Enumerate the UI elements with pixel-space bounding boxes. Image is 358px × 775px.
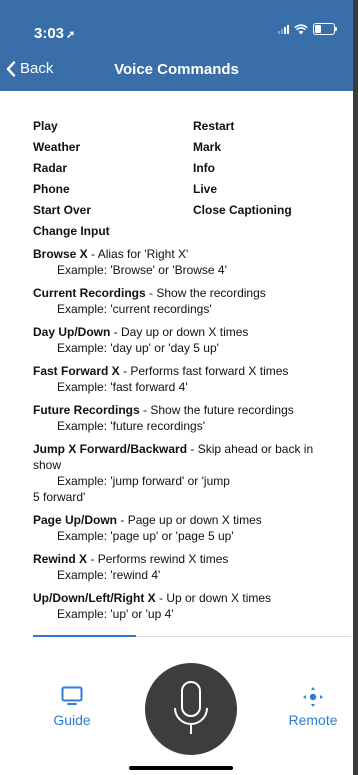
command-example: Example: 'Browse' or 'Browse 4'	[57, 263, 227, 277]
command-item: Rewind X - Performs rewind X times Examp…	[33, 551, 343, 583]
home-indicator[interactable]	[129, 766, 233, 770]
command-weather: Weather	[33, 140, 81, 154]
command-desc: Day up or down X times	[121, 325, 249, 339]
command-desc: Alias for 'Right X'	[97, 247, 189, 261]
command-start-over: Start Over	[33, 203, 92, 217]
command-radar: Radar	[33, 161, 68, 175]
guide-label: Guide	[53, 712, 91, 728]
command-example: Example: 'jump forward' or 'jump	[57, 474, 230, 488]
command-example-continued: 5 forward'	[33, 490, 86, 504]
command-example: Example: 'future recordings'	[57, 419, 205, 433]
command-close-captioning: Close Captioning	[193, 203, 292, 217]
command-item: Day Up/Down - Day up or down X times Exa…	[33, 324, 343, 356]
status-time-text: 3:03	[34, 25, 65, 42]
command-change-input: Change Input	[33, 224, 110, 238]
scroll-progress-indicator	[33, 635, 136, 637]
command-item: Jump X Forward/Backward - Skip ahead or …	[33, 441, 343, 505]
remote-button[interactable]: Remote	[278, 686, 348, 728]
command-name: Future Recordings	[33, 403, 140, 417]
command-restart: Restart	[193, 119, 235, 133]
page-title: Voice Commands	[114, 61, 239, 78]
command-item: Current Recordings - Show the recordings…	[33, 285, 343, 317]
command-name: Rewind X	[33, 552, 88, 566]
command-live: Live	[193, 182, 218, 196]
command-name: Day Up/Down	[33, 325, 111, 339]
guide-button[interactable]: Guide	[44, 686, 100, 728]
command-example: Example: 'current recordings'	[57, 302, 212, 316]
command-example: Example: 'rewind 4'	[57, 568, 161, 582]
tv-icon	[61, 686, 83, 705]
command-mark: Mark	[193, 140, 222, 154]
commands-content: Play Restart Weather Mark Radar Info Pho…	[33, 118, 343, 622]
command-name: Page Up/Down	[33, 513, 118, 527]
command-example: Example: 'day up' or 'day 5 up'	[57, 341, 219, 355]
command-item: Up/Down/Left/Right X - Up or down X time…	[33, 590, 343, 622]
command-name: Current Recordings	[33, 286, 146, 300]
command-desc: Performs rewind X times	[97, 552, 229, 566]
command-example: Example: 'up' or 'up 4'	[57, 607, 174, 621]
simple-commands-grid: Play Restart Weather Mark Radar Info Pho…	[33, 118, 343, 218]
status-icons	[278, 23, 337, 35]
status-time: 3:03 ➚	[34, 25, 75, 42]
command-item: Page Up/Down - Page up or down X times E…	[33, 512, 343, 544]
command-phone: Phone	[33, 182, 70, 196]
device-frame-edge	[353, 0, 358, 775]
command-name: Jump X Forward/Backward	[33, 442, 188, 456]
battery-icon	[313, 23, 337, 35]
command-desc: Page up or down X times	[127, 513, 262, 527]
dpad-icon	[303, 687, 323, 707]
command-example: Example: 'fast forward 4'	[57, 380, 188, 394]
command-desc: Show the recordings	[156, 286, 266, 300]
wifi-icon	[294, 23, 308, 34]
command-desc: Performs fast forward X times	[130, 364, 289, 378]
command-item: Browse X - Alias for 'Right X' Example: …	[33, 246, 343, 278]
command-info: Info	[193, 161, 215, 175]
remote-label: Remote	[288, 712, 338, 728]
signal-icon	[278, 24, 289, 34]
microphone-icon	[174, 681, 208, 734]
command-item: Future Recordings - Show the future reco…	[33, 402, 343, 434]
command-desc: Up or down X times	[166, 591, 272, 605]
header: 3:03 ➚ Back Voice Commands	[0, 0, 353, 91]
microphone-button[interactable]	[145, 663, 237, 755]
location-arrow-icon: ➚	[66, 29, 76, 41]
command-play: Play	[33, 119, 58, 133]
command-name: Browse X	[33, 247, 88, 261]
command-item: Fast Forward X - Performs fast forward X…	[33, 363, 343, 395]
command-desc: Show the future recordings	[150, 403, 294, 417]
command-example: Example: 'page up' or 'page 5 up'	[57, 529, 234, 543]
command-name: Fast Forward X	[33, 364, 120, 378]
command-name: Up/Down/Left/Right X	[33, 591, 156, 605]
